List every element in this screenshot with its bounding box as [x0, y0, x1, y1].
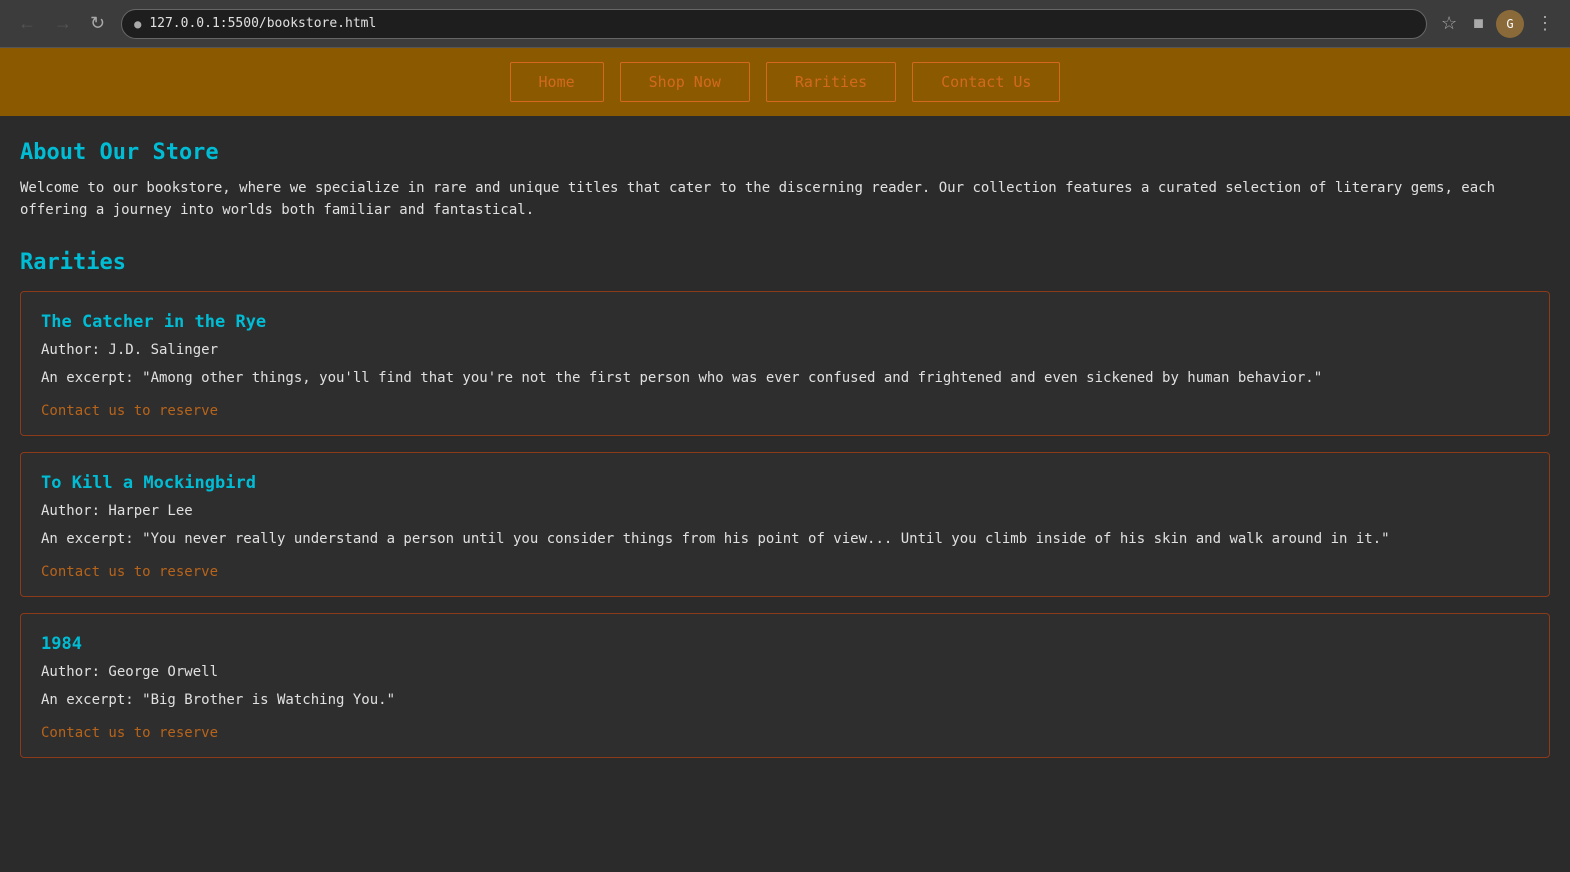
rarities-section: Rarities The Catcher in the Rye Author: …: [20, 250, 1550, 758]
nav-contact-us[interactable]: Contact Us: [912, 62, 1060, 102]
reserve-link-catcher[interactable]: Contact us to reserve: [41, 403, 218, 419]
nav-rarities[interactable]: Rarities: [766, 62, 896, 102]
profile-avatar[interactable]: G: [1496, 10, 1524, 38]
main-content: About Our Store Welcome to our bookstore…: [0, 116, 1570, 798]
book-author-catcher: Author: J.D. Salinger: [41, 342, 1529, 358]
about-text: Welcome to our bookstore, where we speci…: [20, 177, 1550, 222]
url-text: 127.0.0.1:5500/bookstore.html: [149, 16, 376, 31]
book-card-catcher: The Catcher in the Rye Author: J.D. Sali…: [20, 291, 1550, 436]
about-title: About Our Store: [20, 140, 1550, 165]
back-button[interactable]: ←: [12, 9, 42, 38]
browser-chrome: ← → ↻ ● 127.0.0.1:5500/bookstore.html ☆ …: [0, 0, 1570, 48]
book-title-catcher: The Catcher in the Rye: [41, 312, 1529, 332]
book-author-mockingbird: Author: Harper Lee: [41, 503, 1529, 519]
forward-button[interactable]: →: [48, 9, 78, 38]
nav-shop-now[interactable]: Shop Now: [620, 62, 750, 102]
book-title-mockingbird: To Kill a Mockingbird: [41, 473, 1529, 493]
reserve-link-1984[interactable]: Contact us to reserve: [41, 725, 218, 741]
book-card-mockingbird: To Kill a Mockingbird Author: Harper Lee…: [20, 452, 1550, 597]
reload-button[interactable]: ↻: [84, 9, 111, 38]
bookmark-button[interactable]: ☆: [1437, 9, 1461, 38]
address-bar[interactable]: ● 127.0.0.1:5500/bookstore.html: [121, 9, 1427, 39]
nav-buttons: ← → ↻: [12, 9, 111, 38]
book-title-1984: 1984: [41, 634, 1529, 654]
book-excerpt-catcher: An excerpt: "Among other things, you'll …: [41, 368, 1529, 389]
browser-actions: ☆ ■ G ⋮: [1437, 9, 1558, 38]
book-card-1984: 1984 Author: George Orwell An excerpt: "…: [20, 613, 1550, 758]
extensions-button[interactable]: ■: [1469, 9, 1488, 38]
book-excerpt-1984: An excerpt: "Big Brother is Watching You…: [41, 690, 1529, 711]
menu-button[interactable]: ⋮: [1532, 9, 1558, 38]
lock-icon: ●: [134, 17, 141, 31]
navbar: Home Shop Now Rarities Contact Us: [0, 48, 1570, 116]
rarities-title: Rarities: [20, 250, 1550, 275]
book-author-1984: Author: George Orwell: [41, 664, 1529, 680]
reserve-link-mockingbird[interactable]: Contact us to reserve: [41, 564, 218, 580]
book-excerpt-mockingbird: An excerpt: "You never really understand…: [41, 529, 1529, 550]
nav-home[interactable]: Home: [510, 62, 604, 102]
about-section: About Our Store Welcome to our bookstore…: [20, 140, 1550, 222]
